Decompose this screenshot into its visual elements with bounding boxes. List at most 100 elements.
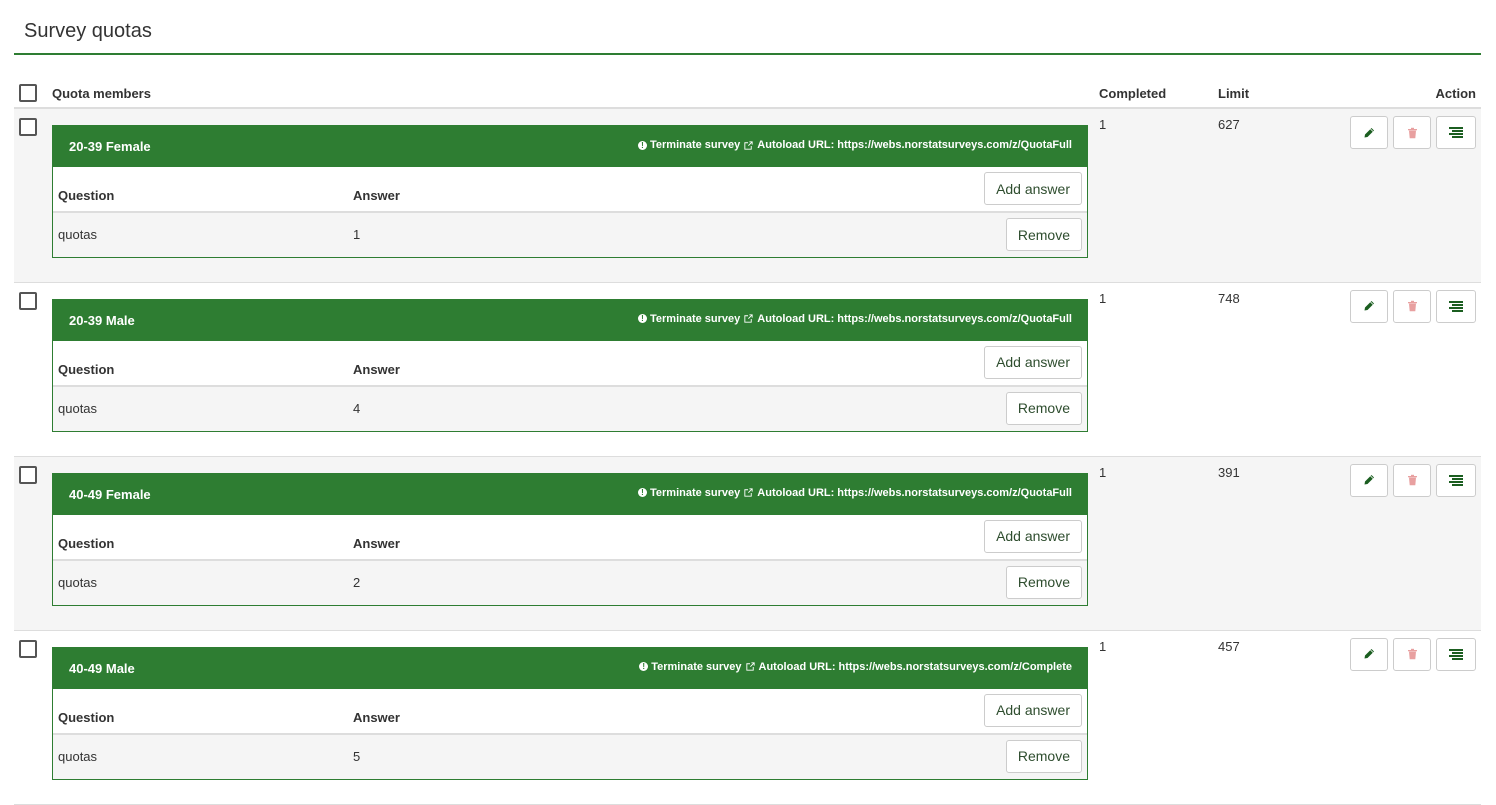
member-answer: 2: [353, 574, 361, 590]
info-circle-icon: !: [638, 314, 647, 323]
remove-button[interactable]: Remove: [1005, 218, 1082, 251]
trash-icon: [1407, 300, 1417, 312]
info-circle-icon: !: [639, 662, 649, 671]
external-link-icon: [744, 488, 753, 497]
action-cell: [1338, 108, 1481, 282]
completed-cell: 1: [1099, 282, 1218, 456]
quota-meta: ! Terminate survey Autoload URL: https:/…: [639, 661, 1072, 673]
validation-button[interactable]: [1436, 289, 1476, 323]
delete-button[interactable]: [1393, 289, 1431, 323]
add-answer-button[interactable]: Add answer: [984, 345, 1082, 379]
header-quota-members: Quota members: [52, 79, 1099, 109]
delete-button[interactable]: [1393, 637, 1431, 671]
quota-panel: 40-49 Female ! Terminate survey Autoload…: [52, 472, 1088, 606]
remove-button[interactable]: Remove: [1005, 391, 1082, 425]
members-cell: 40-49 Female ! Terminate survey Autoload…: [52, 456, 1099, 630]
quota-panel-header: 40-49 Female ! Terminate survey Autoload…: [53, 473, 1087, 515]
completed-cell: 1: [1099, 630, 1218, 804]
list-icon: [1449, 300, 1463, 312]
pencil-icon: [1364, 475, 1374, 485]
validation-button[interactable]: [1436, 637, 1476, 671]
limit-cell: 627: [1218, 108, 1338, 282]
quota-row: 40-49 Female ! Terminate survey Autoload…: [14, 456, 1481, 630]
autoload-label: Autoload URL:: [757, 312, 835, 325]
pencil-icon: [1364, 649, 1374, 659]
table-header-row: Quota members Completed Limit Action: [14, 79, 1481, 109]
action-cell: [1338, 282, 1481, 456]
autoload-label: Autoload URL:: [757, 486, 835, 499]
row-checkbox[interactable]: [19, 639, 37, 658]
autoload-url: https://webs.norstatsurveys.com/z/QuotaF…: [837, 486, 1072, 499]
remove-button[interactable]: Remove: [1005, 565, 1082, 599]
member-row: quotas 2 Remove: [53, 560, 1087, 605]
delete-button[interactable]: [1393, 463, 1431, 497]
quota-panel-header: 20-39 Male ! Terminate survey Autoload U…: [53, 299, 1087, 341]
member-question: quotas: [58, 400, 98, 416]
member-row: quotas 4 Remove: [53, 386, 1087, 431]
list-icon: [1449, 127, 1463, 138]
member-header-row: Question Answer Add answer: [53, 167, 1087, 213]
member-header-question: Question: [58, 709, 115, 725]
members-cell: 40-49 Male ! Terminate survey Autoload U…: [52, 630, 1099, 804]
autoload-label: Autoload URL:: [757, 139, 835, 151]
quota-row: 40-49 Male ! Terminate survey Autoload U…: [14, 630, 1481, 804]
quota-panel-header: 40-49 Male ! Terminate survey Autoload U…: [53, 647, 1087, 689]
edit-button[interactable]: [1350, 637, 1388, 671]
trash-icon: [1407, 474, 1417, 486]
row-checkbox[interactable]: [19, 118, 37, 136]
terminate-label: Terminate survey: [650, 486, 741, 499]
autoload-url: https://webs.norstatsurveys.com/z/Comple…: [838, 660, 1073, 673]
select-all-checkbox[interactable]: [19, 83, 37, 102]
external-link-icon: [744, 314, 753, 323]
member-header-answer: Answer: [353, 535, 400, 551]
page-title: Survey quotas: [24, 20, 152, 42]
trash-icon: [1407, 648, 1417, 660]
autoload-url: https://webs.norstatsurveys.com/z/QuotaF…: [837, 139, 1072, 151]
edit-button[interactable]: [1350, 463, 1388, 497]
validation-button[interactable]: [1436, 463, 1476, 497]
quota-meta: ! Terminate survey Autoload URL: https:/…: [638, 139, 1072, 151]
quota-meta: ! Terminate survey Autoload URL: https:/…: [638, 313, 1072, 325]
external-link-icon: [744, 140, 753, 150]
quota-row: 20-39 Male ! Terminate survey Autoload U…: [14, 282, 1481, 456]
row-checkbox[interactable]: [19, 465, 37, 484]
row-actions: [1338, 631, 1481, 671]
edit-button[interactable]: [1350, 289, 1388, 323]
remove-button[interactable]: Remove: [1005, 739, 1082, 773]
trash-icon: [1407, 127, 1417, 138]
pencil-icon: [1364, 301, 1374, 311]
member-header-row: Question Answer Add answer: [53, 340, 1087, 387]
quota-panel: 20-39 Male ! Terminate survey Autoload U…: [52, 298, 1088, 432]
member-question: quotas: [58, 227, 98, 242]
row-select-cell: [14, 282, 52, 456]
row-select-cell: [14, 108, 52, 282]
info-circle-icon: !: [638, 140, 647, 150]
member-row: quotas 1 Remove: [53, 213, 1087, 257]
add-answer-button[interactable]: Add answer: [984, 519, 1082, 553]
member-header-row: Question Answer Add answer: [53, 514, 1087, 561]
delete-button[interactable]: [1393, 116, 1431, 149]
member-header-question: Question: [58, 535, 115, 551]
validation-button[interactable]: [1436, 116, 1476, 149]
row-checkbox[interactable]: [19, 291, 37, 310]
member-question: quotas: [58, 748, 98, 764]
add-answer-button[interactable]: Add answer: [984, 693, 1082, 727]
action-cell: [1338, 456, 1481, 630]
limit-cell: 391: [1218, 456, 1338, 630]
header-completed: Completed: [1099, 79, 1218, 109]
member-question: quotas: [58, 574, 98, 590]
row-actions: [1338, 283, 1481, 323]
add-answer-button[interactable]: Add answer: [984, 172, 1082, 205]
member-header-answer: Answer: [353, 188, 400, 203]
member-answer: 5: [353, 748, 361, 764]
row-select-cell: [14, 630, 52, 804]
autoload-label: Autoload URL:: [758, 660, 836, 673]
quota-panel-header: 20-39 Female ! Terminate survey Autoload…: [53, 126, 1087, 167]
member-header-question: Question: [58, 361, 115, 377]
quota-panel: 20-39 Female ! Terminate survey Autoload…: [52, 125, 1088, 258]
member-header-answer: Answer: [353, 361, 400, 377]
edit-button[interactable]: [1350, 116, 1388, 149]
list-icon: [1449, 474, 1463, 486]
header-action: Action: [1338, 79, 1481, 109]
info-circle-icon: !: [638, 488, 647, 497]
